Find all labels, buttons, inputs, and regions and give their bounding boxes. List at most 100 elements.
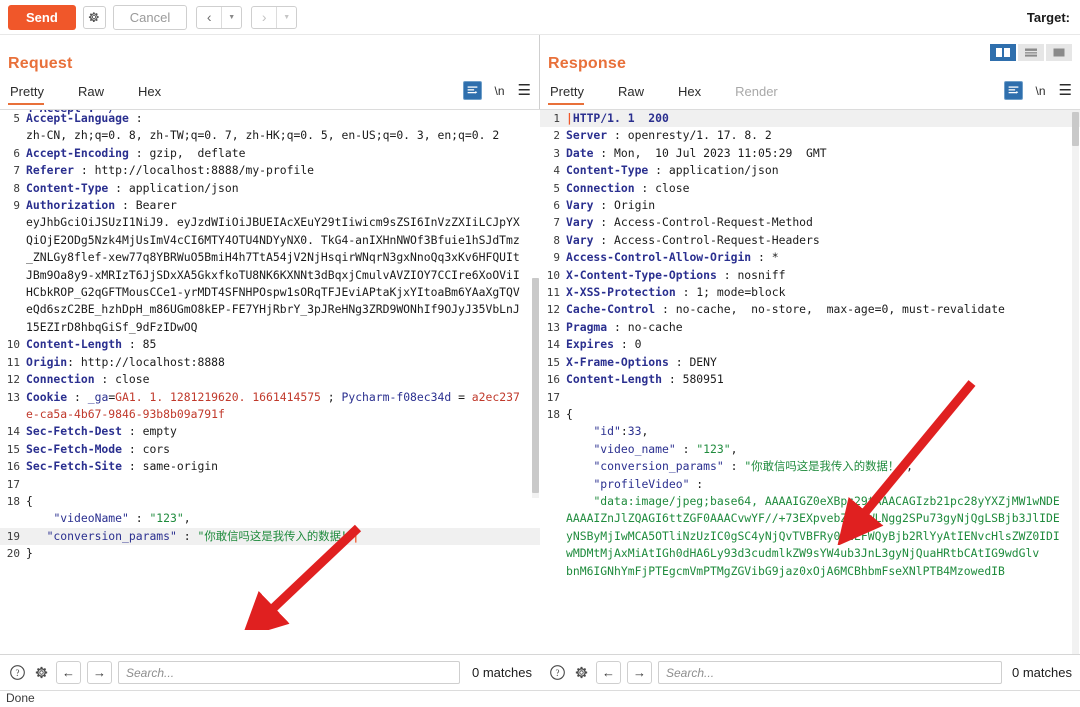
request-line-text: Sec-Fetch-Site : same-origin	[26, 459, 219, 474]
tab-response-hex[interactable]: Hex	[676, 82, 715, 103]
caret-down-icon[interactable]: ▼	[222, 7, 241, 28]
request-search-input[interactable]: Search...	[118, 661, 461, 684]
response-tabs: Pretty Raw Hex Render	[540, 79, 1080, 105]
response-line: 17	[540, 389, 1080, 406]
stacked-view-icon[interactable]	[1018, 44, 1044, 61]
response-line: "conversion_params" : "你敢信吗这是我传入的数据！",	[540, 458, 1080, 475]
request-line: 19 "conversion_params" : "你敢信吗这是我传入的数据！|	[0, 527, 540, 546]
tab-response-render[interactable]: Render	[733, 82, 792, 103]
response-line: 13 Pragma : no-cache	[540, 319, 1080, 336]
response-search-bar: ? ← → Search... 0 matches	[540, 654, 1080, 690]
cancel-button[interactable]: Cancel	[112, 4, 188, 30]
newline-toggle[interactable]: \n	[1036, 84, 1046, 98]
request-line: 11 Origin: http://localhost:8888	[0, 354, 540, 371]
request-line-number: 12	[6, 373, 20, 387]
request-line-number: 15	[6, 442, 20, 456]
split-view-icon[interactable]	[990, 44, 1016, 61]
status-bar: Done	[0, 690, 1080, 707]
response-line-text: Expires : 0	[566, 337, 642, 352]
request-line-text: Cookie : _ga=GA1. 1. 1281219620. 1661414…	[26, 389, 520, 421]
request-scrollbar[interactable]	[532, 278, 539, 498]
response-line: "profileVideo" :	[540, 476, 1080, 493]
response-line: 2 Server : openresty/1. 17. 8. 2	[540, 127, 1080, 144]
request-line: 15 Sec-Fetch-Mode : cors	[0, 441, 540, 458]
tab-response-raw[interactable]: Raw	[616, 82, 658, 103]
request-line-text: {	[26, 493, 33, 508]
response-search-input[interactable]: Search...	[658, 661, 1003, 684]
response-line-number: 14	[546, 338, 560, 352]
response-line: 18 {	[540, 406, 1080, 423]
response-line-number: 7	[553, 216, 560, 230]
question-mark-icon[interactable]: ?	[548, 664, 566, 682]
hamburger-menu-icon[interactable]: ☰	[1059, 83, 1072, 98]
response-line-number: 3	[553, 146, 560, 160]
response-scrollbar[interactable]	[1072, 112, 1079, 654]
request-line: 7 Referer : http://localhost:8888/my-prof…	[0, 162, 540, 179]
single-view-icon[interactable]	[1046, 44, 1072, 61]
request-code-area[interactable]: 4 Accept : */* 5Accept-Language : zh-CN,…	[0, 109, 540, 654]
response-match-count: 0 matches	[1012, 665, 1072, 680]
hamburger-menu-icon[interactable]: ☰	[518, 83, 531, 98]
editor-panes: Request Pretty Raw Hex \n ☰ 4 Accept : *…	[0, 35, 1080, 690]
caret-down-icon[interactable]: ▼	[277, 7, 296, 28]
search-next-button[interactable]: →	[87, 661, 112, 684]
question-mark-glyph: ?	[9, 665, 25, 680]
request-line-text: zh-CN, zh;q=0. 8, zh-TW;q=0. 7, zh-HK;q=…	[26, 128, 500, 143]
request-line: 16 Sec-Fetch-Site : same-origin	[0, 458, 540, 475]
tab-request-pretty[interactable]: Pretty	[8, 82, 58, 105]
response-view-toggles	[990, 44, 1072, 61]
go-back-button[interactable]: ‹ ▼	[196, 5, 243, 29]
request-line-text: Connection : close	[26, 372, 150, 387]
response-line-number: 16	[546, 373, 560, 387]
send-button[interactable]: Send	[8, 4, 76, 30]
response-line-number: 10	[546, 268, 560, 282]
request-line: 20}	[0, 545, 540, 562]
single-view-glyph	[1053, 48, 1065, 57]
request-line-text: }	[26, 546, 33, 561]
search-settings-gear-icon[interactable]	[32, 664, 50, 682]
tab-request-hex[interactable]: Hex	[136, 82, 175, 103]
response-code-area[interactable]: 1 |HTTP/1. 1 200 2 Server : openresty/1. 17…	[540, 109, 1080, 654]
go-forward-button[interactable]: › ▼	[251, 5, 298, 29]
format-indent-icon[interactable]	[462, 81, 482, 100]
response-line: bnM6IGNhYmFjPTEgcmVmPTMgZGVibG9jaz0xOjA6…	[540, 563, 1080, 580]
request-tabs: Pretty Raw Hex	[0, 79, 539, 105]
question-mark-icon[interactable]: ?	[8, 664, 26, 682]
search-settings-gear-icon[interactable]	[572, 664, 590, 682]
tab-response-pretty[interactable]: Pretty	[548, 82, 598, 105]
response-line-text: X-Content-Type-Options : nosniff	[566, 267, 786, 282]
split-view-glyph	[996, 48, 1010, 57]
request-line-number: 5	[13, 112, 20, 125]
svg-text:?: ?	[15, 668, 19, 678]
search-prev-button[interactable]: ←	[56, 661, 81, 684]
response-title: Response	[548, 55, 627, 72]
response-line-text: "id":33,	[593, 424, 649, 439]
request-line: 12 Connection : close	[0, 371, 540, 388]
response-line: 14 Expires : 0	[540, 336, 1080, 353]
response-line: 9 Access-Control-Allow-Origin : *	[540, 249, 1080, 266]
response-line-text: "conversion_params" : "你敢信吗这是我传入的数据！",	[593, 459, 913, 474]
response-scrollbar-thumb[interactable]	[1072, 112, 1079, 146]
response-line-number: 6	[553, 199, 560, 213]
response-line-text: |HTTP/1. 1 200	[566, 111, 669, 125]
search-next-button[interactable]: →	[627, 661, 652, 684]
request-line-number: 8	[13, 181, 20, 195]
top-toolbar: Send Cancel ‹ ▼ › ▼ Target:	[0, 0, 1080, 35]
request-scrollbar-thumb[interactable]	[532, 278, 539, 493]
request-line: 8 Content-Type : application/json	[0, 180, 540, 197]
response-line: 6 Vary : Origin	[540, 197, 1080, 214]
response-line-number: 18	[546, 407, 560, 421]
repeater-settings-button[interactable]	[82, 5, 106, 29]
response-line: 1 |HTTP/1. 1 200	[540, 110, 1080, 128]
response-code-lines: 1 |HTTP/1. 1 200 2 Server : openresty/1. 17…	[540, 110, 1080, 580]
gear-icon	[89, 12, 99, 23]
response-line-text: {	[566, 406, 573, 421]
response-line: "data:image/jpeg;base64, AAAAIGZ0eXBpc29…	[540, 493, 1080, 563]
request-line-number: 14	[6, 425, 20, 439]
response-line: 10 X-Content-Type-Options : nosniff	[540, 267, 1080, 284]
format-indent-icon[interactable]	[1003, 81, 1023, 100]
newline-toggle[interactable]: \n	[495, 84, 505, 98]
arrow-left-icon: ←	[62, 665, 75, 680]
tab-request-raw[interactable]: Raw	[76, 82, 118, 103]
search-prev-button[interactable]: ←	[596, 661, 621, 684]
